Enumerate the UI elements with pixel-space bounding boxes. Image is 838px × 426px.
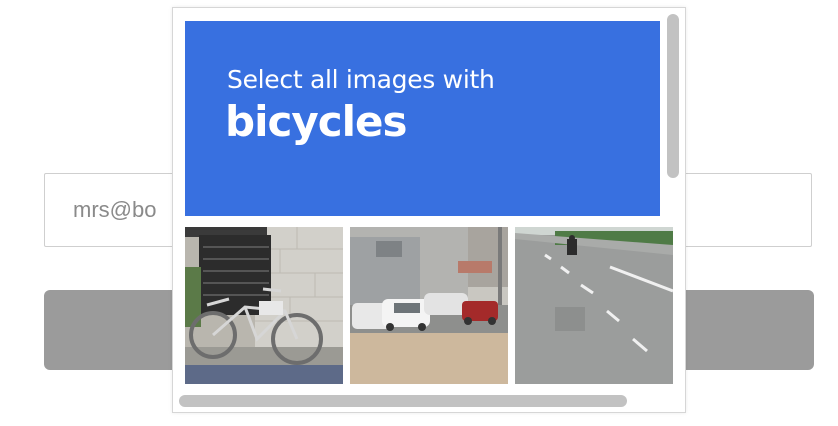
captcha-tile-1[interactable]	[185, 227, 343, 384]
captcha-target: bicycles	[225, 97, 408, 146]
road-image	[515, 227, 673, 384]
captcha-instruction: Select all images with	[227, 65, 495, 94]
bicycle-image	[185, 227, 343, 384]
horizontal-scrollbar[interactable]	[179, 395, 627, 407]
captcha-header: Select all images with bicycles	[185, 21, 660, 216]
captcha-challenge-popup: Select all images with bicycles	[172, 7, 686, 413]
vertical-scrollbar[interactable]	[667, 14, 679, 178]
parked-cars-image	[350, 227, 508, 384]
captcha-tile-2[interactable]	[350, 227, 508, 384]
captcha-tile-3[interactable]	[515, 227, 673, 384]
